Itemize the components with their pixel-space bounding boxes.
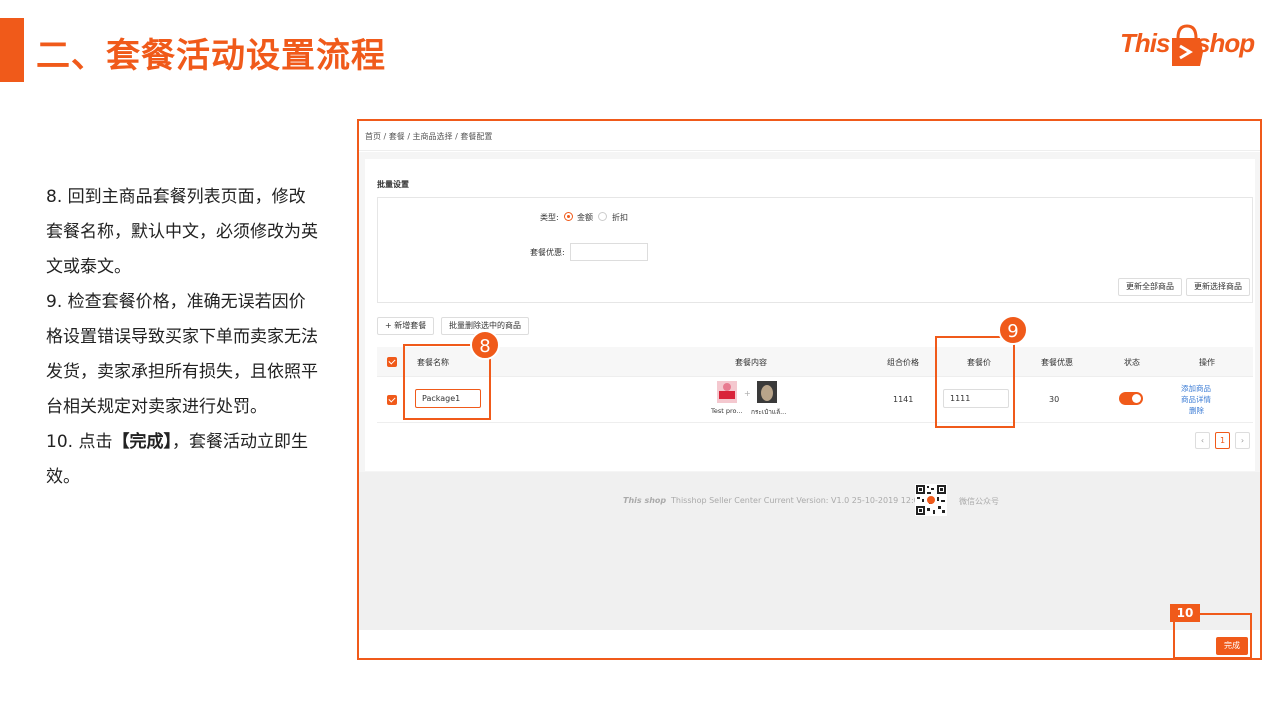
step-9-text: 9. 检查套餐价格，准确无误若因价格设置错误导致买家下单而卖家无法发货，卖家承担… [46, 292, 318, 417]
radio-amount[interactable] [564, 212, 573, 221]
title-accent-bar [0, 18, 24, 82]
footer-wechat-label: 微信公众号 [959, 497, 999, 506]
pager-next-button[interactable]: › [1235, 432, 1250, 449]
table-header: 套餐名称 套餐内容 组合价格 套餐价 套餐优惠 状态 操作 [377, 347, 1253, 377]
delete-link[interactable]: 删除 [1189, 405, 1204, 416]
table-row: Package1 + Test pro... กระเป๋าแล้... 114… [377, 377, 1253, 423]
qr-code-icon [915, 484, 947, 516]
status-toggle[interactable] [1119, 392, 1143, 405]
plus-icon: + [744, 389, 751, 398]
package-config-screenshot: 首页 / 套餐 / 主商品选择 / 套餐配置 批量设置 类型: 金额 折扣 套餐… [357, 119, 1262, 660]
header-actions: 操作 [1199, 358, 1215, 367]
batch-settings-box: 类型: 金额 折扣 套餐优惠: 更新全部商品 更新选择商品 [377, 197, 1253, 303]
header-combo-price: 组合价格 [887, 358, 919, 367]
add-product-link[interactable]: 添加商品 [1181, 383, 1211, 394]
callout-tag-10: 10 [1170, 604, 1200, 622]
radio-amount-label: 金额 [577, 213, 593, 222]
step-10-prefix: 10. 点击 [46, 432, 113, 452]
product-thumbnail-1 [717, 381, 737, 403]
step-8-text: 8. 回到主商品套餐列表页面，修改套餐名称，默认中文，必须修改为英文或泰文。 [46, 187, 318, 277]
product-name-2: กระเป๋าแล้... [751, 408, 787, 416]
footer-info-text: Thisshop Seller Center Current Version: … [671, 496, 924, 505]
product-details-link[interactable]: 商品详情 [1181, 394, 1211, 405]
callout-badge-8: 8 [470, 330, 500, 360]
breadcrumb-bar: 首页 / 套餐 / 主商品选择 / 套餐配置 [359, 121, 1260, 151]
breadcrumb[interactable]: 首页 / 套餐 / 主商品选择 / 套餐配置 [365, 131, 492, 142]
thisshop-logo: This shop [1120, 22, 1270, 68]
select-all-checkbox[interactable] [387, 357, 397, 367]
instruction-text: 8. 回到主商品套餐列表页面，修改套餐名称，默认中文，必须修改为英文或泰文。 9… [46, 180, 321, 495]
radio-discount[interactable] [598, 212, 607, 221]
highlight-package-price [935, 336, 1015, 428]
radio-discount-label: 折扣 [612, 213, 628, 222]
header-status: 状态 [1124, 358, 1140, 367]
product-name-1: Test pro... [711, 407, 743, 415]
seller-center-footer: This shop Thisshop Seller Center Current… [359, 472, 1260, 630]
combo-price-value: 1141 [893, 395, 914, 404]
update-all-button[interactable]: 更新全部商品 [1118, 278, 1182, 296]
update-selected-button[interactable]: 更新选择商品 [1186, 278, 1250, 296]
package-discount-input[interactable] [570, 243, 648, 261]
bottom-action-bar [359, 630, 1260, 658]
logo-text-this: This [1120, 28, 1170, 58]
batch-settings-title: 批量设置 [377, 180, 409, 189]
step-10-text: 10. 点击【完成】，套餐活动立即生效。 [46, 425, 321, 495]
package-discount-value: 30 [1049, 395, 1060, 404]
package-config-panel: 批量设置 类型: 金额 折扣 套餐优惠: 更新全部商品 更新选择商品 + 新增套… [365, 159, 1255, 471]
step-10-bold: 【完成】 [112, 432, 172, 452]
footer-logo: This shop [623, 496, 667, 505]
header-package-content: 套餐内容 [735, 358, 767, 367]
row-checkbox[interactable] [387, 395, 397, 405]
logo-text-shop: shop [1196, 28, 1255, 58]
slide-title: 二、套餐活动设置流程 [36, 36, 386, 76]
type-label: 类型: [540, 213, 559, 222]
add-package-button[interactable]: + 新增套餐 [377, 317, 435, 335]
package-discount-label: 套餐优惠: [530, 248, 565, 257]
product-thumbnail-2 [757, 381, 777, 403]
header-package-discount: 套餐优惠 [1041, 358, 1073, 367]
pager-prev-button[interactable]: ‹ [1195, 432, 1210, 449]
pager-page-1[interactable]: 1 [1215, 432, 1230, 449]
callout-badge-9: 9 [998, 315, 1028, 345]
